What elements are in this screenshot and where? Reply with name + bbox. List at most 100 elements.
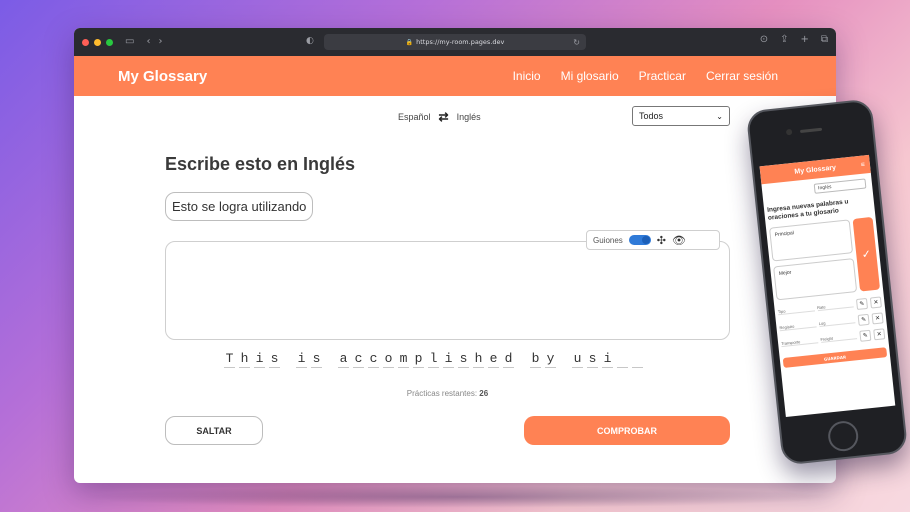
page-title: Escribe esto en Inglés bbox=[165, 154, 356, 174]
back-icon[interactable]: ‹ bbox=[146, 37, 150, 47]
x-icon[interactable]: ✕ bbox=[873, 328, 886, 341]
phone-speaker bbox=[799, 127, 823, 133]
phone-select-value: Inglés bbox=[817, 184, 832, 191]
phone-item-target: Rate bbox=[816, 301, 854, 312]
answer-char-slot: i bbox=[254, 351, 265, 368]
pencil-icon[interactable]: ✎ bbox=[859, 329, 872, 342]
check-button[interactable]: COMPROBAR bbox=[524, 416, 730, 445]
answer-char-slot: l bbox=[428, 351, 439, 368]
answer-char-slot: b bbox=[530, 351, 541, 368]
swap-arrows-icon[interactable]: ⇄ bbox=[439, 110, 449, 124]
new-tab-icon[interactable]: + bbox=[800, 34, 808, 45]
window-controls bbox=[82, 38, 113, 46]
skip-button[interactable]: SALTAR bbox=[165, 416, 263, 445]
pencil-icon[interactable]: ✎ bbox=[857, 313, 870, 326]
address-bar[interactable]: 🔒 https://my-room.pages.dev ↻ bbox=[324, 34, 586, 50]
answer-char-slot: s bbox=[587, 351, 598, 368]
close-window-button[interactable] bbox=[82, 38, 89, 46]
main-nav: Inicio Mi glosario Practicar Cerrar sesi… bbox=[513, 69, 778, 83]
source-language: Español bbox=[398, 112, 431, 122]
pencil-icon[interactable]: ✎ bbox=[855, 297, 869, 310]
answer-char-slot: a bbox=[338, 351, 349, 368]
answer-char-slot: p bbox=[413, 351, 424, 368]
sidebar-toggle-icon[interactable]: ▭ bbox=[125, 37, 134, 47]
phone-language-select[interactable]: Inglés bbox=[813, 178, 867, 194]
remaining-practices: Prácticas restantes: 26 bbox=[165, 389, 730, 398]
answer-char-slot: y bbox=[545, 351, 556, 368]
source-phrase: Esto se logra utilizando bbox=[165, 192, 314, 221]
remaining-label: Prácticas restantes: bbox=[406, 389, 478, 398]
hyphens-label: Guiones bbox=[593, 235, 623, 245]
answer-char-slot: o bbox=[383, 351, 394, 368]
answer-char-slot: T bbox=[224, 351, 235, 368]
forward-icon[interactable]: › bbox=[158, 37, 162, 47]
phone-home-button[interactable] bbox=[826, 419, 860, 453]
brand-logo[interactable]: My Glossary bbox=[118, 68, 207, 85]
phone-item-target: Freight bbox=[820, 333, 858, 344]
phone-screen: My Glossary ≡ Inglés Ingresa nuevas pala… bbox=[759, 154, 896, 418]
answer-char-slot: s bbox=[458, 351, 469, 368]
target-language: Inglés bbox=[456, 112, 481, 122]
answer-input[interactable]: Thisisaccomplishedbyusi bbox=[224, 351, 643, 368]
privacy-shield-icon[interactable]: ◐ bbox=[306, 36, 314, 46]
phone-save-button[interactable]: GUARDAR bbox=[782, 347, 888, 369]
phone-item-source: Tipo bbox=[777, 305, 815, 316]
language-switch: Español ⇄ Inglés bbox=[398, 110, 481, 124]
practice-toolbar: Guiones ✣ 👁 bbox=[586, 230, 720, 250]
answer-char-slot: e bbox=[488, 351, 499, 368]
x-icon[interactable]: ✕ bbox=[871, 312, 884, 325]
answer-char-slot: s bbox=[311, 351, 322, 368]
answer-char-slot: h bbox=[473, 351, 484, 368]
answer-char-slot: c bbox=[353, 351, 364, 368]
answer-char-slot: h bbox=[239, 351, 250, 368]
answer-char-slot: u bbox=[572, 351, 583, 368]
answer-char-slot bbox=[632, 351, 643, 368]
url-text: https://my-room.pages.dev bbox=[416, 38, 505, 46]
answer-char-slot: s bbox=[269, 351, 280, 368]
answer-char-slot: i bbox=[443, 351, 454, 368]
share-icon[interactable]: ⇪ bbox=[780, 34, 788, 45]
answer-char-slot bbox=[326, 351, 334, 368]
window-shadow bbox=[78, 486, 838, 508]
minimize-window-button[interactable] bbox=[94, 38, 101, 46]
maximize-window-button[interactable] bbox=[106, 38, 113, 46]
answer-char-slot: c bbox=[368, 351, 379, 368]
x-icon[interactable]: ✕ bbox=[869, 296, 882, 309]
phone-item-source: Registro bbox=[779, 321, 817, 332]
tabs-overview-icon[interactable]: ⧉ bbox=[821, 34, 828, 45]
lock-icon: 🔒 bbox=[405, 38, 414, 46]
phone-field-mejor[interactable]: Mejor bbox=[773, 258, 858, 301]
answer-char-slot bbox=[560, 351, 568, 368]
category-filter-select[interactable]: Todos ⌄ bbox=[632, 106, 730, 126]
nav-link-cerrar-sesion[interactable]: Cerrar sesión bbox=[706, 69, 778, 83]
hamburger-menu-icon[interactable]: ≡ bbox=[860, 161, 865, 168]
phone-field-principal[interactable]: Principal bbox=[769, 219, 854, 262]
extension-icon[interactable]: ⊙ bbox=[760, 34, 768, 45]
filter-selected-value: Todos bbox=[639, 111, 664, 121]
phone-item-source: Transporte bbox=[780, 337, 818, 348]
answer-char-slot: i bbox=[296, 351, 307, 368]
practice-page: Español ⇄ Inglés Todos ⌄ Escribe esto en… bbox=[74, 96, 836, 483]
reload-icon[interactable]: ↻ bbox=[573, 38, 580, 47]
answer-area bbox=[165, 241, 730, 340]
nav-link-inicio[interactable]: Inicio bbox=[513, 69, 541, 83]
answer-char-slot: d bbox=[503, 351, 514, 368]
phone-camera bbox=[785, 128, 793, 136]
phone-brand: My Glossary bbox=[794, 163, 837, 176]
eye-icon[interactable]: 👁 bbox=[672, 234, 686, 247]
answer-char-slot bbox=[518, 351, 526, 368]
puzzle-icon[interactable]: ✣ bbox=[657, 234, 666, 247]
answer-char-slot: m bbox=[398, 351, 409, 368]
nav-link-practicar[interactable]: Practicar bbox=[639, 69, 686, 83]
hyphens-toggle[interactable] bbox=[628, 235, 651, 245]
chevron-down-icon: ⌄ bbox=[716, 111, 723, 121]
site-header: My Glossary Inicio Mi glosario Practicar… bbox=[74, 56, 836, 96]
nav-link-mi-glosario[interactable]: Mi glosario bbox=[561, 69, 619, 83]
phone-form: Principal Mejor ✓ bbox=[769, 217, 881, 301]
browser-window: ▭ ‹ › ◐ 🔒 https://my-room.pages.dev ↻ ⊙ … bbox=[74, 28, 836, 483]
answer-char-slot bbox=[284, 351, 292, 368]
checkmark-icon[interactable]: ✓ bbox=[852, 217, 881, 292]
answer-char-slot: i bbox=[602, 351, 613, 368]
remaining-count: 26 bbox=[479, 389, 489, 398]
phone-item-target: Log bbox=[818, 317, 856, 328]
